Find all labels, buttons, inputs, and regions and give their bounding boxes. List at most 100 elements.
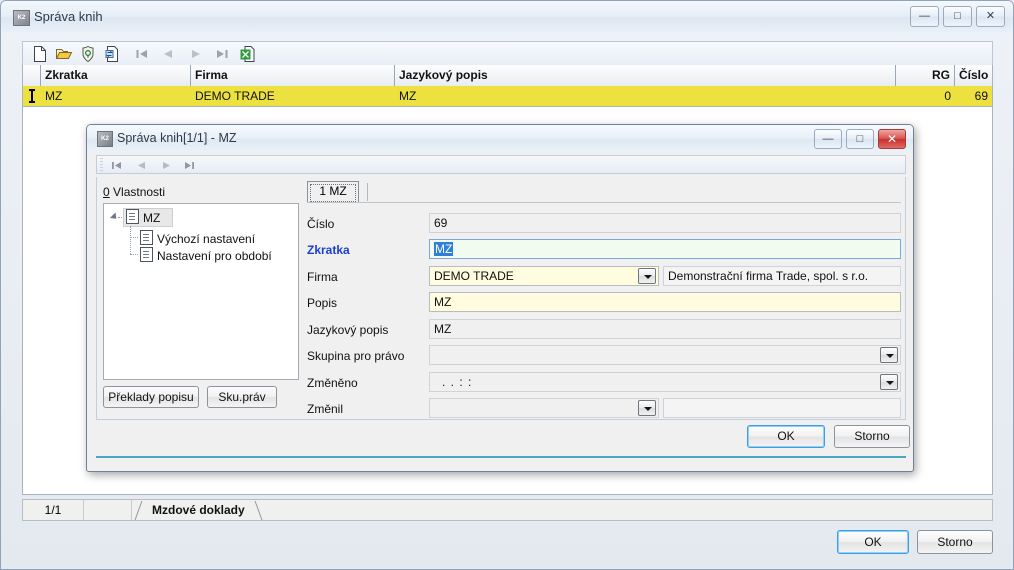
label-popis: Popis: [307, 296, 338, 310]
previous-record-icon[interactable]: [159, 45, 177, 63]
tree-node-vychozi-nastaveni[interactable]: Výchozí nastavení: [140, 230, 255, 246]
open-folder-icon[interactable]: [55, 45, 73, 63]
minimize-button[interactable]: —: [910, 6, 939, 27]
shield-lock-icon[interactable]: [79, 45, 97, 63]
dialog-maximize-button[interactable]: □: [846, 129, 874, 149]
statusbar-tab-mzdove-doklady[interactable]: Mzdové doklady: [136, 500, 261, 520]
tree-node-mz-label: MZ: [143, 211, 161, 225]
properties-label-text: Vlastnosti: [109, 185, 166, 199]
record-counter: 1/1: [23, 500, 84, 520]
cell-rg[interactable]: 0: [896, 86, 955, 106]
tab-separator: [367, 183, 368, 201]
refresh-document-icon[interactable]: [103, 45, 121, 63]
export-excel-icon[interactable]: [239, 45, 257, 63]
minimize-icon: —: [919, 10, 930, 22]
tree-node-mz[interactable]: MZ: [126, 209, 160, 225]
dialog-footer: OK Storno: [96, 421, 910, 463]
sku-prav-button[interactable]: Sku.práv: [207, 386, 277, 408]
field-zkratka-selected-text: MZ: [434, 242, 454, 256]
table-row[interactable]: MZ DEMO TRADE MZ 0 69: [23, 86, 992, 106]
last-record-icon[interactable]: [184, 160, 195, 171]
label-skupina-pro-pravo: Skupina pro právo: [307, 349, 405, 363]
dialog-window-controls: — □ ✕: [810, 129, 906, 149]
dialog-accent-line: [96, 456, 906, 458]
grid-header-cislo[interactable]: Číslo: [955, 65, 992, 86]
toolbar-grip-icon[interactable]: [100, 158, 103, 172]
grid-header-marker: [23, 65, 41, 86]
tree-node-vychozi-nastaveni-label: Výchozí nastavení: [157, 232, 256, 246]
field-zkratka[interactable]: MZ: [429, 239, 901, 259]
next-record-icon[interactable]: [187, 45, 205, 63]
cell-cislo[interactable]: 69: [955, 86, 992, 106]
main-window-controls: — □ ✕: [906, 6, 1005, 27]
cell-zkratka[interactable]: MZ: [41, 86, 191, 106]
document-icon: [126, 209, 139, 224]
properties-accel: 0: [103, 185, 110, 199]
cell-jazykovy-popis[interactable]: MZ: [395, 86, 896, 106]
grid-header-zkratka[interactable]: Zkratka: [41, 65, 191, 86]
close-icon: ✕: [985, 10, 996, 22]
first-record-icon[interactable]: [133, 45, 151, 63]
zmenil-dropdown-button[interactable]: [638, 400, 656, 416]
preklady-popisu-button[interactable]: Překlady popisu: [103, 386, 199, 408]
cell-firma[interactable]: DEMO TRADE: [191, 86, 395, 106]
last-record-icon[interactable]: [213, 45, 231, 63]
skupina-pro-pravo-dropdown-button[interactable]: [880, 347, 898, 363]
label-cislo: Číslo: [307, 217, 335, 231]
document-icon: [140, 230, 153, 245]
label-zkratka: Zkratka: [307, 243, 350, 257]
book-detail-dialog: K2 Správa knih[1/1] - MZ — □ ✕ 0 Vlastno…: [86, 124, 914, 472]
close-button[interactable]: ✕: [976, 6, 1005, 27]
field-skupina-pro-pravo[interactable]: [429, 345, 901, 365]
field-jazykovy-popis[interactable]: MZ: [429, 319, 901, 339]
book-detail-form: Číslo 69 Zkratka MZ Firma DEMO TRADE Dem…: [307, 203, 901, 418]
label-jazykovy-popis: Jazykový popis: [307, 323, 389, 337]
app-icon: K2: [97, 131, 113, 147]
main-titlebar: K2 Správa knih — □ ✕: [1, 1, 1013, 33]
row-cursor-icon: [29, 89, 35, 103]
app-icon: K2: [13, 10, 30, 26]
close-icon: ✕: [886, 132, 898, 146]
grid-header-rg[interactable]: RG: [896, 65, 955, 86]
dialog-minimize-button[interactable]: —: [814, 129, 842, 149]
previous-record-icon[interactable]: [136, 160, 147, 171]
label-zmenil: Změnil: [307, 402, 344, 416]
dialog-close-button[interactable]: ✕: [878, 129, 906, 149]
field-zmenil[interactable]: [429, 398, 659, 418]
new-record-icon[interactable]: [31, 45, 49, 63]
tab-focus-outline: [310, 184, 356, 202]
field-firma[interactable]: DEMO TRADE: [429, 266, 659, 286]
zmeneno-dropdown-button[interactable]: [880, 374, 898, 390]
dialog-titlebar: K2 Správa knih[1/1] - MZ — □ ✕: [87, 125, 913, 152]
statusbar-spacer: [83, 500, 132, 520]
minimize-icon: —: [822, 133, 834, 145]
firma-dropdown-button[interactable]: [638, 268, 656, 284]
properties-tree[interactable]: MZ Výchozí nastavení Nastavení pro obdob…: [103, 203, 299, 380]
label-firma: Firma: [307, 270, 338, 284]
dialog-ok-button[interactable]: OK: [747, 425, 825, 448]
field-zmeneno[interactable]: . . : :: [429, 372, 901, 392]
grid-header-row: Zkratka Firma Jazykový popis RG Číslo: [23, 65, 992, 87]
first-record-icon[interactable]: [111, 160, 122, 171]
tree-node-nastaveni-pro-obdobi[interactable]: Nastavení pro období: [140, 245, 272, 263]
tab-1-mz[interactable]: 1 MZ: [307, 181, 359, 202]
field-cislo[interactable]: 69: [429, 213, 901, 233]
window-title: Správa knih: [34, 9, 103, 24]
maximize-button[interactable]: □: [943, 6, 972, 27]
next-record-icon[interactable]: [161, 160, 172, 171]
dialog-title: Správa knih[1/1] - MZ: [117, 131, 237, 145]
field-zmenil-description: [663, 398, 901, 418]
records-grid: Zkratka Firma Jazykový popis RG Číslo MZ…: [22, 65, 993, 107]
dialog-storno-button[interactable]: Storno: [834, 425, 910, 448]
grid-header-jazykovy-popis[interactable]: Jazykový popis: [395, 65, 896, 86]
main-window: K2 Správa knih — □ ✕ Zkratka Firma Jazyk…: [0, 0, 1014, 570]
dialog-nav-toolbar: [96, 155, 906, 174]
tree-node-nastaveni-pro-obdobi-label: Nastavení pro období: [157, 249, 272, 263]
properties-label: 0 Vlastnosti: [103, 185, 165, 199]
grid-header-firma[interactable]: Firma: [191, 65, 395, 86]
statusbar: 1/1 Mzdové doklady: [22, 499, 993, 521]
main-storno-button[interactable]: Storno: [917, 530, 993, 554]
main-ok-button[interactable]: OK: [837, 530, 909, 554]
field-popis[interactable]: MZ: [429, 292, 901, 312]
maximize-icon: □: [856, 133, 864, 145]
